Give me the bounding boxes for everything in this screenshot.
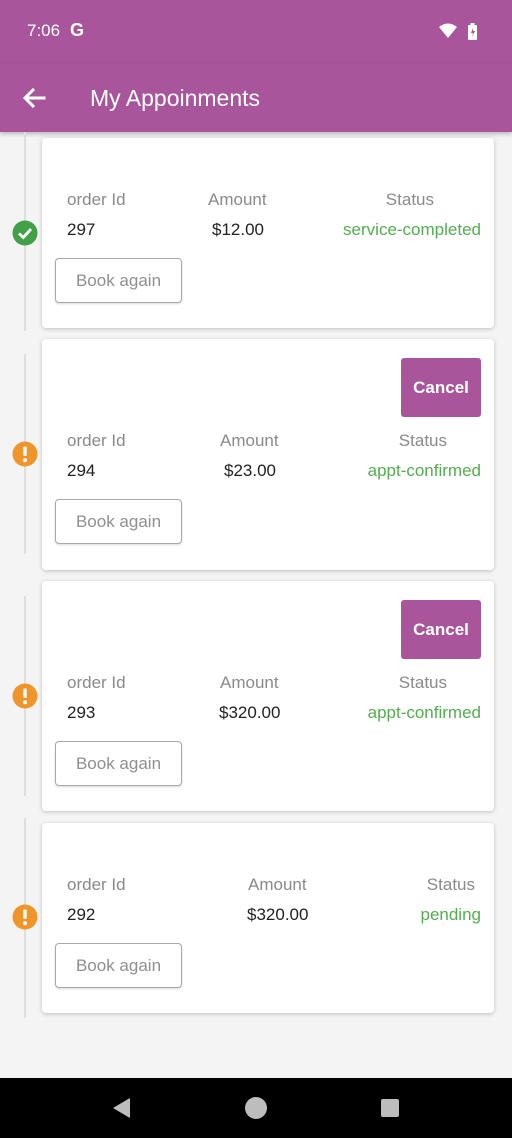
book-again-button[interactable]: Book again — [55, 943, 182, 988]
recents-square-icon[interactable] — [376, 1094, 404, 1122]
battery-icon — [468, 23, 477, 40]
alert-circle-icon — [12, 441, 38, 467]
appointment-list[interactable]: order Id Amount Status 297 $12.00 servic… — [0, 132, 512, 1078]
status-icons — [439, 23, 477, 40]
amount-value: $23.00 — [224, 461, 276, 480]
status-value: service-completed — [343, 220, 481, 239]
back-triangle-icon[interactable] — [108, 1094, 136, 1122]
order-id-value: 293 — [67, 703, 96, 722]
order-id-value: 294 — [67, 461, 96, 480]
book-again-button[interactable]: Book again — [55, 258, 182, 303]
cancel-button[interactable]: Cancel — [401, 600, 481, 659]
page-title: My Appoinments — [90, 85, 261, 111]
status-label: Status — [385, 190, 434, 209]
status-label: Status — [398, 673, 447, 692]
order-id-label: order Id — [67, 875, 126, 894]
app-bar: My Appoinments — [0, 64, 512, 132]
arrow-left-icon — [22, 87, 46, 109]
alert-circle-icon — [12, 904, 38, 930]
order-id-label: order Id — [67, 431, 126, 450]
book-again-button[interactable]: Book again — [55, 741, 182, 786]
check-circle-icon — [12, 220, 38, 246]
status-value: pending — [420, 905, 481, 924]
amount-label: Amount — [248, 875, 307, 894]
home-circle-icon[interactable] — [242, 1094, 270, 1122]
appointment-card[interactable]: order Id Amount Status 292 $320.00 pendi… — [42, 823, 494, 1013]
amount-label: Amount — [208, 190, 267, 209]
alert-circle-icon — [12, 683, 38, 709]
status-value: appt-confirmed — [367, 461, 481, 480]
cancel-button[interactable]: Cancel — [401, 358, 481, 417]
status-time: 7:06 — [27, 21, 61, 40]
order-id-label: order Id — [67, 673, 126, 692]
order-id-value: 297 — [67, 220, 96, 239]
google-g-icon: G — [70, 20, 85, 40]
status-value: appt-confirmed — [367, 703, 481, 722]
system-nav-bar — [0, 1078, 512, 1138]
appointment-card[interactable]: Cancel order Id Amount Status 293 $320.0… — [42, 581, 494, 811]
amount-value: $320.00 — [219, 703, 281, 722]
amount-value: $320.00 — [247, 905, 309, 924]
status-label: Status — [398, 431, 447, 450]
amount-label: Amount — [220, 431, 279, 450]
status-bar: 7:06 G — [0, 0, 512, 64]
appointment-card[interactable]: Cancel order Id Amount Status 294 $23.00… — [42, 339, 494, 570]
order-id-label: order Id — [67, 190, 126, 209]
order-id-value: 292 — [67, 905, 96, 924]
appointment-card[interactable]: order Id Amount Status 297 $12.00 servic… — [42, 138, 494, 328]
wifi-icon — [439, 23, 457, 38]
back-button[interactable] — [18, 82, 50, 114]
amount-value: $12.00 — [212, 220, 264, 239]
amount-label: Amount — [220, 673, 279, 692]
book-again-button[interactable]: Book again — [55, 499, 182, 544]
status-label: Status — [426, 875, 475, 894]
